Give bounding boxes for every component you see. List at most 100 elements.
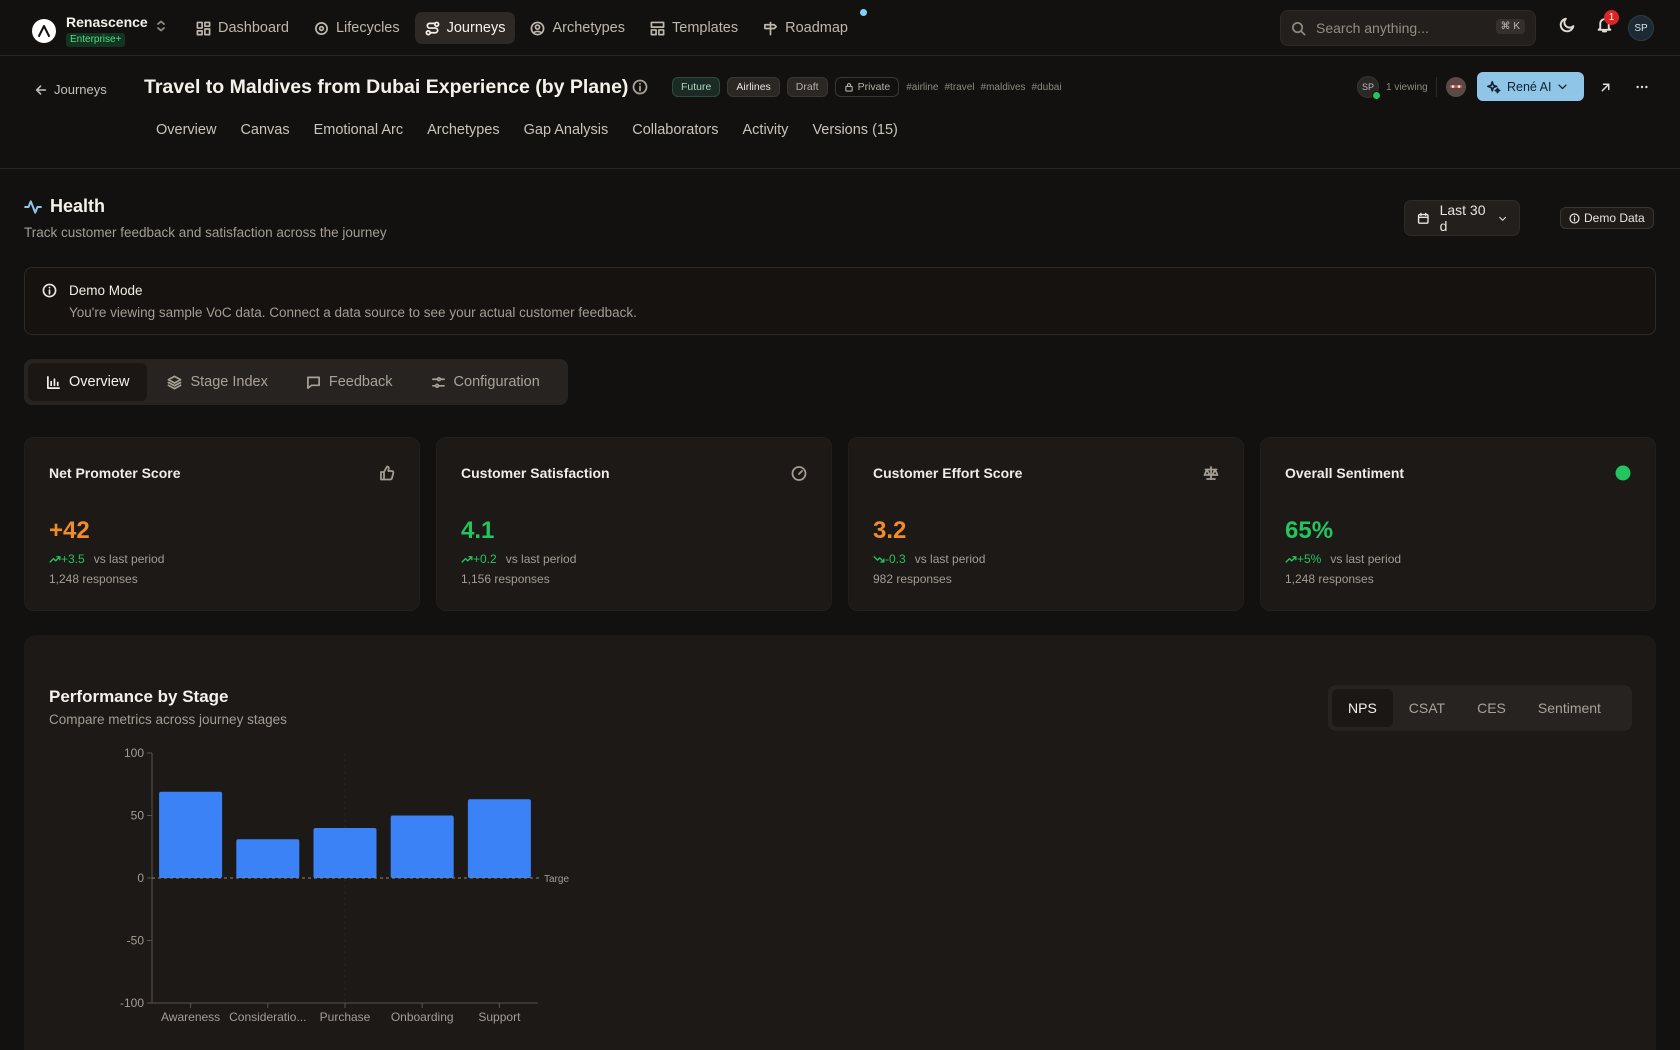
nav-archetypes[interactable]: Archetypes xyxy=(520,12,635,44)
tab-health-overview[interactable]: Overview xyxy=(28,363,148,401)
kpi-comparison: vs last period xyxy=(1330,552,1402,566)
lock-icon xyxy=(844,83,853,92)
hashtag[interactable]: #travel xyxy=(945,82,975,93)
global-search[interactable]: ⌘ K xyxy=(1280,10,1536,46)
route-icon xyxy=(425,21,440,35)
tab-label: Overview xyxy=(69,374,130,390)
x-tick-label: Purchase xyxy=(320,1010,371,1024)
sparkles-icon xyxy=(1487,80,1501,93)
gauge-icon xyxy=(791,466,807,481)
kpi-responses: 1,248 responses xyxy=(49,572,138,586)
logo-icon xyxy=(32,19,56,43)
info-icon xyxy=(42,283,57,298)
bar-consideratio xyxy=(236,839,300,878)
tab-configuration[interactable]: Configuration xyxy=(413,363,558,401)
tab-overview[interactable]: Overview xyxy=(156,122,216,138)
user-avatar[interactable]: SP xyxy=(1628,15,1654,41)
alert-text: You're viewing sample VoC data. Connect … xyxy=(69,305,637,320)
kpi-delta: +5% vs last period xyxy=(1285,552,1401,566)
tab-versions[interactable]: Versions (15) xyxy=(812,122,897,138)
tab-gap-analysis[interactable]: Gap Analysis xyxy=(524,122,609,138)
search-input[interactable] xyxy=(1316,20,1486,36)
tab-collaborators[interactable]: Collaborators xyxy=(632,122,718,138)
journey-header: Journeys Travel to Maldives from Dubai E… xyxy=(0,57,1680,169)
moon-icon[interactable] xyxy=(1559,16,1576,33)
x-tick-label: Consideratio... xyxy=(229,1010,306,1024)
tab-label: Feedback xyxy=(328,374,393,390)
notification-count: 1 xyxy=(1604,10,1619,25)
arrow-left-icon xyxy=(35,84,47,95)
open-external-button[interactable] xyxy=(1592,74,1618,100)
activity-icon xyxy=(24,199,42,214)
health-title: Health xyxy=(50,196,106,216)
back-link[interactable]: Journeys xyxy=(34,82,107,97)
tab-emotional-arc[interactable]: Emotional Arc xyxy=(314,122,403,138)
chevron-updown-icon xyxy=(156,20,165,32)
tab-sentiment[interactable]: Sentiment xyxy=(1522,689,1617,727)
journey-title: Travel to Maldives from Dubai Experience… xyxy=(144,76,629,98)
brand-name: Renascence xyxy=(66,14,148,30)
info-icon[interactable] xyxy=(632,79,648,95)
hashtag[interactable]: #dubai xyxy=(1032,82,1062,93)
nav-label: Roadmap xyxy=(785,20,848,36)
kpi-delta: +3.5 vs last period xyxy=(49,552,164,566)
tab-feedback[interactable]: Feedback xyxy=(288,363,411,401)
back-label: Journeys xyxy=(54,82,107,97)
arrow-up-right-icon xyxy=(1601,83,1609,91)
tab-ces[interactable]: CES xyxy=(1461,689,1522,727)
nav-templates[interactable]: Templates xyxy=(640,12,748,44)
hashtag[interactable]: #maldives xyxy=(981,82,1026,93)
nav-dashboard[interactable]: Dashboard xyxy=(186,12,299,44)
plan-badge: Enterprise+ xyxy=(66,33,126,47)
tab-csat[interactable]: CSAT xyxy=(1393,689,1461,727)
industry-tag[interactable]: Airlines xyxy=(727,77,780,97)
section-subtitle: Track customer feedback and satisfaction… xyxy=(24,225,387,240)
y-tick-label: -50 xyxy=(127,934,145,948)
tab-canvas[interactable]: Canvas xyxy=(240,122,289,138)
kpi-delta-value: +3.5 xyxy=(61,552,85,566)
chevron-down-icon xyxy=(1499,216,1506,221)
draft-tag[interactable]: Draft xyxy=(786,77,828,97)
x-tick-label: Onboarding xyxy=(391,1010,454,1024)
kpi-delta: +0.2 vs last period xyxy=(461,552,576,566)
kpi-comparison: vs last period xyxy=(93,552,165,566)
nav-journeys[interactable]: Journeys xyxy=(414,12,516,44)
workspace-switcher[interactable]: Renascence Enterprise+ xyxy=(32,15,166,47)
trend-up-icon xyxy=(461,556,473,563)
hashtag[interactable]: #airline xyxy=(906,82,938,93)
nav-lifecycles[interactable]: Lifecycles xyxy=(304,12,410,44)
main-nav: Dashboard Lifecycles Journeys Archetypes… xyxy=(186,9,867,44)
kpi-delta-value: +0.2 xyxy=(473,552,497,566)
status-tag[interactable]: Future xyxy=(672,77,721,97)
nav-roadmap[interactable]: Roadmap xyxy=(753,9,867,44)
trend-down-icon xyxy=(873,556,885,563)
panel-subtitle: Compare metrics across journey stages xyxy=(49,712,287,727)
tab-nps[interactable]: NPS xyxy=(1332,689,1393,727)
stage-bar-chart: 100 50 0 -50 -100 Awareness Consideratio... Pur… xyxy=(120,747,569,1024)
y-tick-label: 50 xyxy=(131,809,145,823)
thumbs-up-icon xyxy=(380,465,395,481)
demo-badge-label: Demo Data xyxy=(1584,211,1645,225)
more-options-button[interactable] xyxy=(1629,74,1655,100)
kpi-value: 4.1 xyxy=(461,517,495,544)
date-range-select[interactable]: Last 30 d xyxy=(1404,200,1520,236)
scale-icon xyxy=(1203,466,1219,480)
tab-archetypes[interactable]: Archetypes xyxy=(427,122,500,138)
cycle-icon xyxy=(314,21,328,35)
visibility-tag[interactable]: Private xyxy=(834,77,900,97)
kpi-value: +42 xyxy=(49,517,90,544)
tab-activity[interactable]: Activity xyxy=(743,122,789,138)
visibility-label: Private xyxy=(857,81,891,93)
user-circle-icon xyxy=(531,21,545,35)
rene-ai-button[interactable]: René AI xyxy=(1477,72,1584,101)
trend-up-icon xyxy=(49,556,61,563)
mascot-avatar[interactable] xyxy=(1446,77,1466,97)
kpi-delta-value: -0.3 xyxy=(885,552,906,566)
info-icon xyxy=(1569,212,1580,224)
online-indicator xyxy=(1372,91,1381,100)
layout-icon xyxy=(650,21,665,35)
kpi-value: 3.2 xyxy=(873,517,907,544)
ellipsis-icon xyxy=(1636,85,1648,89)
kpi-responses: 1,248 responses xyxy=(1285,572,1374,586)
tab-stage-index[interactable]: Stage Index xyxy=(149,363,285,401)
